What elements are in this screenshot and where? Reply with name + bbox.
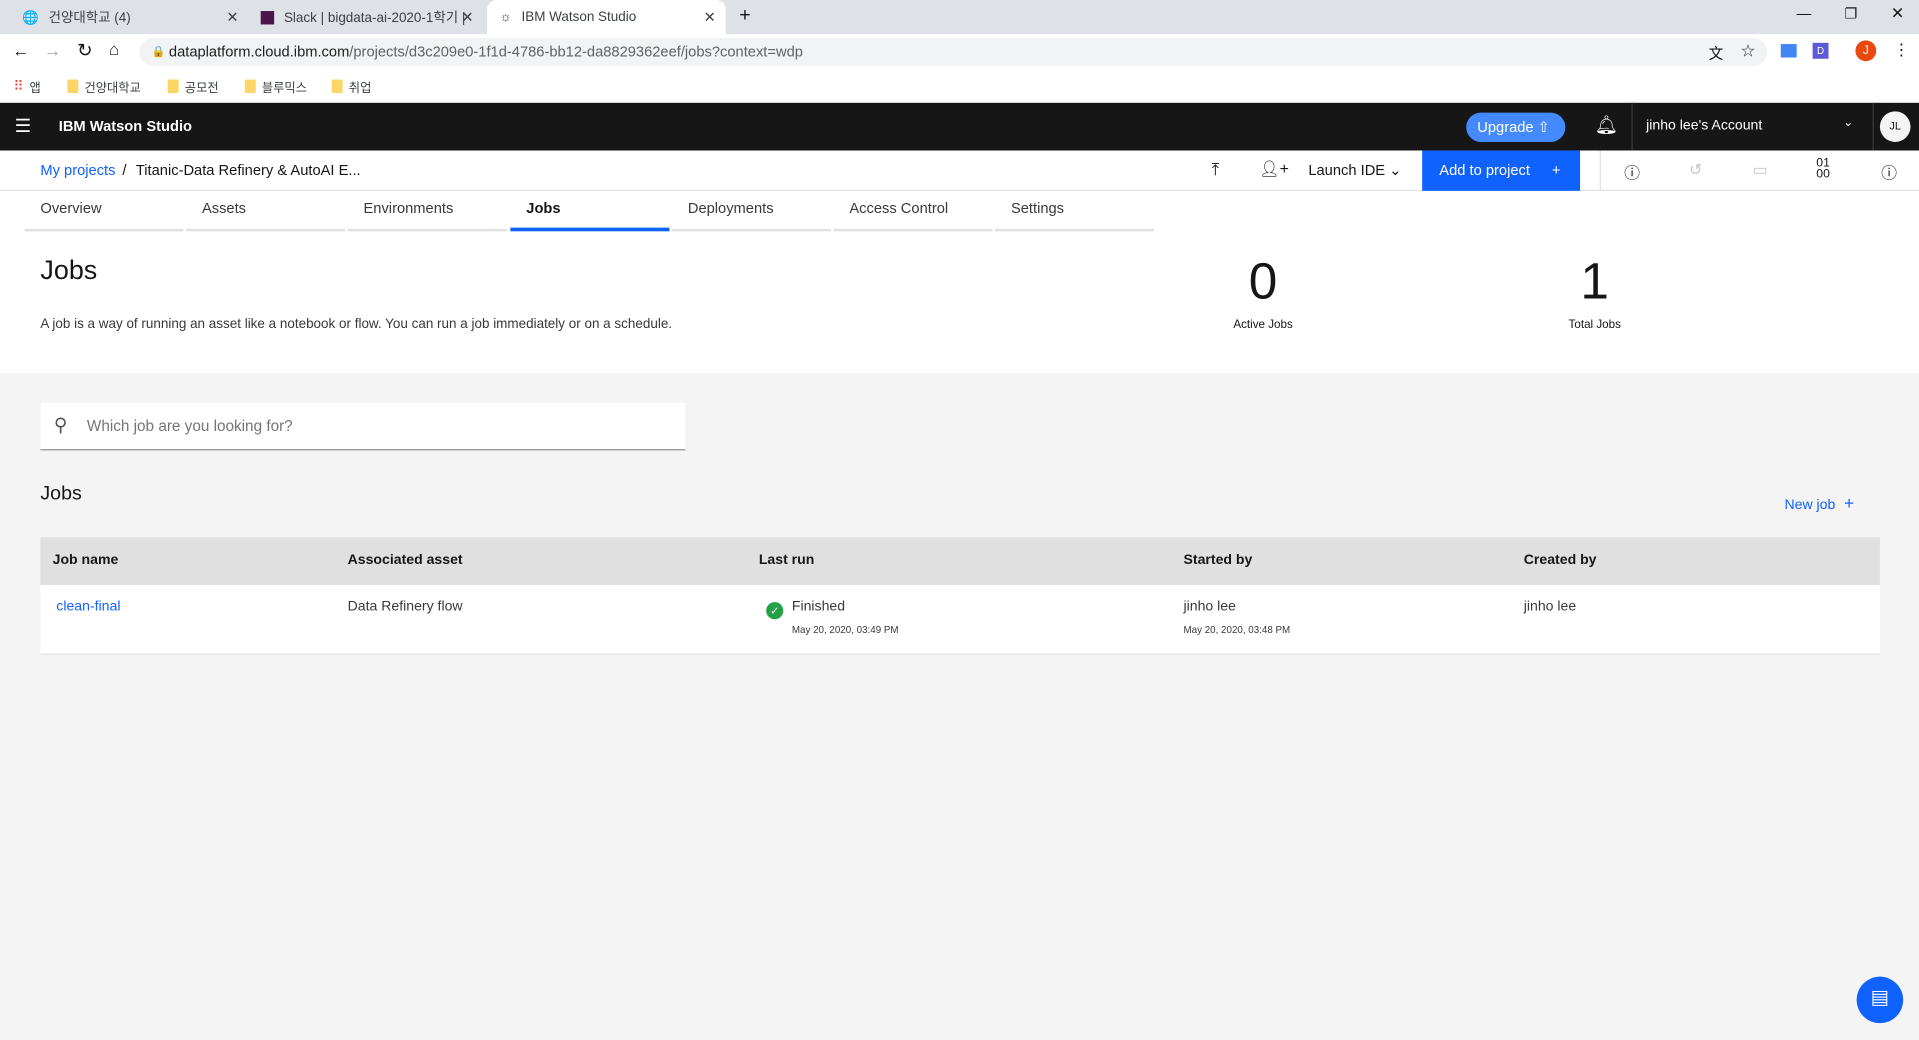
app-header: ☰ IBM Watson Studio Upgrade ⇧ 🔔︎ jinho l… xyxy=(0,102,1919,151)
minimize-button[interactable]: — xyxy=(1797,5,1812,22)
folder-icon xyxy=(244,79,256,94)
url-input[interactable]: 🔒 dataplatform.cloud.ibm.com/projects/d3c… xyxy=(139,37,1768,67)
slack-icon xyxy=(260,10,275,24)
breadcrumb-separator: / xyxy=(122,161,127,179)
page-description: A job is a way of running an asset like … xyxy=(40,316,673,332)
tab-deployments[interactable]: Deployments xyxy=(671,191,832,232)
search-input[interactable] xyxy=(86,402,675,450)
project-subnav: My projects / Titanic-Data Refinery & Au… xyxy=(0,150,1919,191)
folder-icon xyxy=(67,79,79,94)
breadcrumb-my-projects[interactable]: My projects xyxy=(40,162,115,179)
translate-icon[interactable]: 文 xyxy=(1709,43,1724,64)
tab-settings[interactable]: Settings xyxy=(995,191,1155,232)
table-row[interactable]: clean-final Data Refinery flow ✓ Finishe… xyxy=(40,585,1880,655)
lock-icon: 🔒 xyxy=(151,45,166,58)
search-field[interactable]: ⚲ xyxy=(40,402,686,451)
stat-total-jobs: 1 Total Jobs xyxy=(1568,252,1621,332)
upgrade-button[interactable]: Upgrade ⇧ xyxy=(1466,112,1566,142)
new-tab-button[interactable]: + xyxy=(739,5,750,27)
created-by: jinho lee xyxy=(1523,599,1577,615)
notification-bell-icon[interactable]: 🔔︎ xyxy=(1595,114,1618,136)
browser-tab-bar: 🌐 건양대학교 (4) ✕ Slack | bigdata-ai-2020-1학기 … xyxy=(0,0,1919,35)
watson-icon: ☼ xyxy=(499,9,512,25)
add-collaborator-icon[interactable]: 👤︎+ xyxy=(1259,159,1289,179)
bookmark-folder[interactable]: 건양대학교 xyxy=(67,77,141,95)
jobs-section-title: Jobs xyxy=(40,483,82,505)
bookmark-folder[interactable]: 블루믹스 xyxy=(244,77,307,95)
extension-icon[interactable] xyxy=(1780,44,1797,58)
job-name-link[interactable]: clean-final xyxy=(56,600,120,615)
tab-jobs[interactable]: Jobs xyxy=(510,191,670,232)
comment-icon[interactable]: ▭ xyxy=(1753,160,1768,180)
hamburger-menu-icon[interactable]: ☰ xyxy=(15,115,31,137)
associated-asset: Data Refinery flow xyxy=(347,599,463,615)
browser-tab[interactable]: 🌐 건양대학교 (4) ✕ xyxy=(10,0,249,34)
bookmarks-bar: ⠿ 앱 건양대학교 공모전 블루믹스 취업 xyxy=(0,69,1919,103)
apps-grid-icon: ⠿ xyxy=(13,79,24,95)
bookmark-folder[interactable]: 취업 xyxy=(331,77,371,95)
chat-support-button[interactable]: ▤ xyxy=(1856,976,1904,1024)
tab-environments[interactable]: Environments xyxy=(347,191,507,232)
started-by: jinho lee xyxy=(1183,599,1236,615)
browser-tab-active[interactable]: ☼ IBM Watson Studio ✕ xyxy=(487,0,726,35)
globe-icon: 🌐 xyxy=(22,10,39,26)
user-avatar[interactable]: JL xyxy=(1879,111,1911,142)
chevron-down-icon: ⌄ xyxy=(1389,161,1402,179)
new-job-button[interactable]: New job + xyxy=(1784,493,1854,513)
chevron-down-icon: ⌄ xyxy=(1843,116,1854,130)
last-run-status: Finished xyxy=(791,599,846,615)
table-header: Job name Associated asset Last run Start… xyxy=(40,537,1880,586)
history-icon[interactable]: ↺ xyxy=(1689,160,1702,180)
close-window-button[interactable]: ✕ xyxy=(1891,4,1904,24)
project-tabs: Overview Assets Environments Jobs Deploy… xyxy=(0,190,1919,374)
tab-assets[interactable]: Assets xyxy=(186,191,346,232)
column-header[interactable]: Started by xyxy=(1184,553,1253,568)
last-run-time: May 20, 2020, 03:49 PM xyxy=(791,624,899,636)
extension-d-icon[interactable]: D xyxy=(1812,42,1829,59)
stat-active-jobs: 0 Active Jobs xyxy=(1233,252,1293,332)
success-check-icon: ✓ xyxy=(766,602,784,620)
profile-avatar[interactable]: J xyxy=(1855,40,1877,62)
account-name: jinho lee's Account xyxy=(1646,118,1763,134)
search-icon: ⚲ xyxy=(53,414,68,436)
column-header[interactable]: Last run xyxy=(759,553,815,568)
started-at: May 20, 2020, 03:48 PM xyxy=(1183,624,1291,636)
bookmark-apps[interactable]: ⠿ 앱 xyxy=(13,77,40,96)
column-header[interactable]: Job name xyxy=(53,553,119,568)
close-tab-icon[interactable]: ✕ xyxy=(226,9,238,26)
tab-access-control[interactable]: Access Control xyxy=(833,191,993,232)
back-icon[interactable]: ← xyxy=(12,40,29,60)
column-header[interactable]: Associated asset xyxy=(348,553,463,568)
divider xyxy=(1599,150,1601,191)
app-name[interactable]: IBM Watson Studio xyxy=(59,117,192,134)
restore-button[interactable]: ❐ xyxy=(1844,5,1857,22)
page-title: Jobs xyxy=(40,254,98,286)
menu-kebab-icon[interactable]: ⋮ xyxy=(1893,40,1909,60)
column-header[interactable]: Created by xyxy=(1524,553,1597,568)
launch-ide-dropdown[interactable]: Launch IDE ⌄ xyxy=(1308,162,1401,179)
home-icon[interactable]: ⌂ xyxy=(109,39,119,59)
tab-overview[interactable]: Overview xyxy=(24,191,184,232)
upgrade-arrow-icon: ⇧ xyxy=(1537,118,1550,136)
help-icon[interactable]: ⓘ xyxy=(1881,160,1897,183)
breadcrumb-project: Titanic-Data Refinery & AutoAI E... xyxy=(135,161,361,179)
info-icon[interactable]: ⓘ xyxy=(1624,160,1640,183)
chat-icon: ▤ xyxy=(1870,987,1890,1009)
folder-icon xyxy=(167,79,179,94)
plus-icon: + xyxy=(1551,161,1561,179)
plus-icon: + xyxy=(1844,493,1855,513)
bookmark-folder[interactable]: 공모전 xyxy=(167,77,219,95)
reload-icon[interactable]: ↻ xyxy=(77,39,92,61)
folder-icon xyxy=(331,79,343,94)
close-tab-icon[interactable]: ✕ xyxy=(704,9,716,26)
close-tab-icon[interactable]: ✕ xyxy=(461,9,473,26)
account-switcher[interactable]: jinho lee's Account ⌄ xyxy=(1631,102,1874,151)
upload-icon[interactable]: ⤒ xyxy=(1212,159,1220,180)
browser-tab[interactable]: Slack | bigdata-ai-2020-1학기 | ✕ xyxy=(248,0,483,34)
star-icon[interactable]: ☆ xyxy=(1740,40,1755,61)
data-icon[interactable]: 01 00 xyxy=(1816,157,1830,180)
forward-icon[interactable]: → xyxy=(44,40,61,60)
add-to-project-button[interactable]: Add to project + xyxy=(1422,150,1581,191)
